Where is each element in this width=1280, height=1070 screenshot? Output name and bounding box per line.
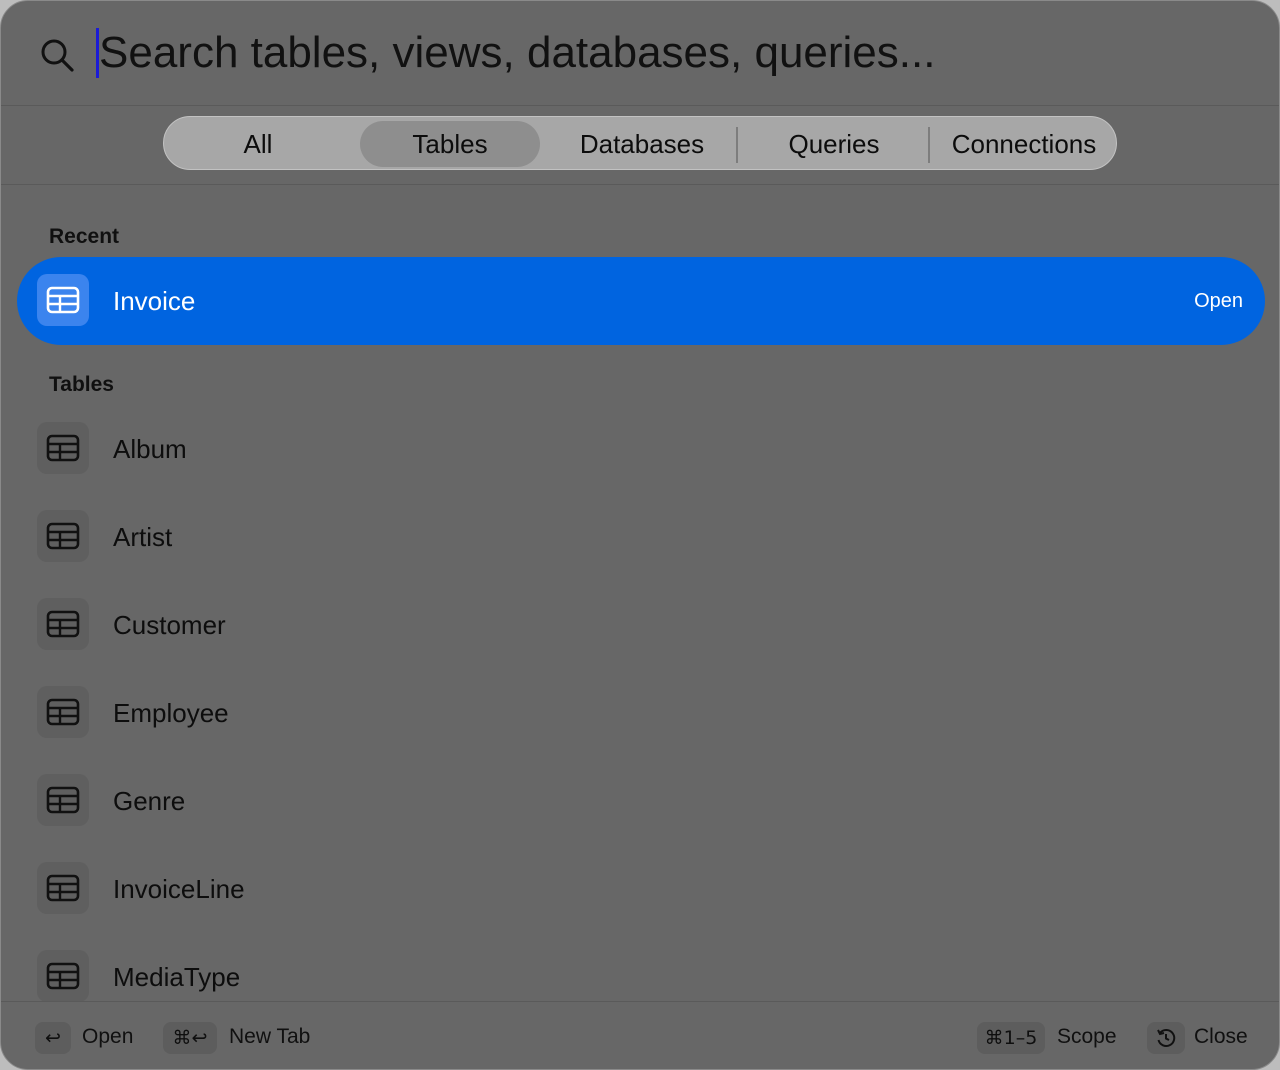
list-item-table-album[interactable]: Album: [17, 405, 1265, 493]
table-icon: [37, 774, 89, 826]
scope-segmented-control: All Tables Databases Queries Connections: [163, 116, 1117, 170]
list-item-recent-invoice[interactable]: Invoice Open: [17, 257, 1265, 345]
scope-queries[interactable]: Queries: [744, 121, 924, 167]
section-header-recent: Recent: [49, 225, 120, 248]
close-button[interactable]: Close: [1194, 1025, 1248, 1049]
search-bar: [1, 1, 1279, 106]
history-icon: [1147, 1022, 1185, 1054]
list-item-label: Customer: [113, 609, 226, 640]
scope-databases[interactable]: Databases: [552, 121, 732, 167]
table-icon: [37, 950, 89, 1002]
scope-divider: [736, 127, 738, 163]
search-input[interactable]: [99, 23, 1199, 83]
return-key-hint: ↩: [35, 1022, 71, 1054]
scope-all[interactable]: All: [168, 121, 348, 167]
list-item-label: MediaType: [113, 961, 241, 992]
list-item-label: Genre: [113, 785, 186, 816]
scope-shortcut-label: Scope: [1057, 1025, 1117, 1048]
open-action-label: Open: [1194, 289, 1243, 312]
list-item-table-genre[interactable]: Genre: [17, 757, 1265, 845]
list-item-label: Employee: [113, 697, 229, 728]
table-icon: [37, 686, 89, 738]
table-icon: [37, 510, 89, 562]
table-icon: [37, 598, 89, 650]
list-item-table-employee[interactable]: Employee: [17, 669, 1265, 757]
footer-shortcuts: ↩ Open ⌘↩ New Tab ⌘1–5 Scope Close: [1, 1001, 1279, 1069]
open-shortcut-label: Open: [82, 1025, 134, 1048]
scope-connections[interactable]: Connections: [934, 121, 1114, 167]
section-header-tables: Tables: [49, 373, 114, 396]
cmd-1-5-key-hint: ⌘1–5: [977, 1022, 1045, 1054]
list-item-label: Artist: [113, 521, 173, 552]
list-item-table-customer[interactable]: Customer: [17, 581, 1265, 669]
list-item-label: InvoiceLine: [113, 873, 245, 904]
scope-divider: [928, 127, 930, 163]
scope-tables[interactable]: Tables: [360, 121, 540, 167]
list-item-table-invoiceline[interactable]: InvoiceLine: [17, 845, 1265, 933]
table-icon: [37, 422, 89, 474]
table-icon: [37, 274, 89, 326]
command-palette: All Tables Databases Queries Connections…: [0, 0, 1280, 1070]
new-tab-shortcut-label: New Tab: [229, 1025, 311, 1048]
list-item-table-artist[interactable]: Artist: [17, 493, 1265, 581]
scope-bar: All Tables Databases Queries Connections: [1, 106, 1279, 185]
cmd-return-key-hint: ⌘↩: [163, 1022, 217, 1054]
list-item-label: Invoice: [113, 285, 196, 316]
search-icon: [41, 39, 74, 72]
list-item-label: Album: [113, 433, 187, 464]
table-icon: [37, 862, 89, 914]
